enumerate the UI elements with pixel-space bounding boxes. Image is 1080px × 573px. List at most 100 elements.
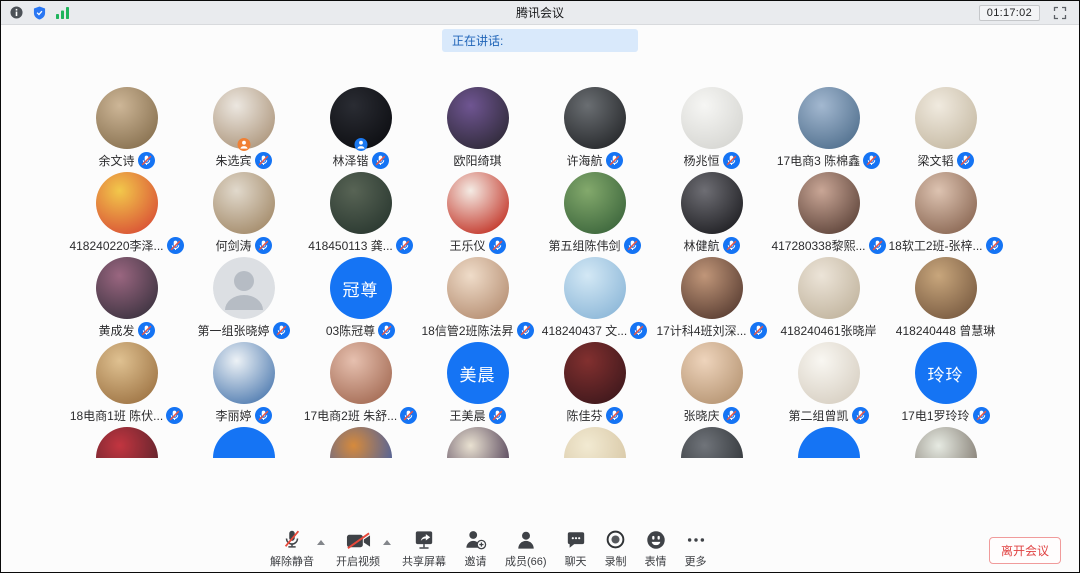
mic-muted-icon: [138, 322, 155, 339]
participant-tile[interactable]: 朱选宾: [185, 87, 302, 172]
participant-tile[interactable]: 王乐仪: [419, 172, 536, 257]
participant-name: 第二组曾凯: [788, 407, 848, 424]
participant-tile[interactable]: 418240461张晓岸: [770, 257, 887, 342]
participant-tile[interactable]: 417280338黎熙...: [770, 172, 887, 257]
chat-icon: [566, 528, 586, 550]
mic-muted-icon: [863, 152, 880, 169]
fullscreen-icon[interactable]: [1053, 6, 1067, 20]
participant-name: 418450113 龚...: [308, 237, 393, 254]
participant-tile[interactable]: 17电商3 陈棉鑫: [770, 87, 887, 172]
participant-tile[interactable]: 418240437 文...: [536, 257, 653, 342]
participant-name: 418240461张晓岸: [780, 322, 876, 339]
participant-tile[interactable]: 陈佳芬: [536, 342, 653, 427]
mic-muted-icon: [630, 322, 647, 339]
participant-name: 17电商2班 朱舒...: [304, 407, 397, 424]
participant-name: 林泽锴: [332, 152, 368, 169]
participant-name: 18信管2班陈法昇: [421, 322, 513, 339]
mic-muted-icon: [624, 237, 641, 254]
info-icon[interactable]: [10, 6, 23, 19]
security-shield-icon[interactable]: [33, 6, 46, 20]
avatar: [915, 257, 977, 319]
network-signal-icon[interactable]: [56, 7, 70, 19]
avatar: [330, 172, 392, 234]
participant-tile[interactable]: 17电商2班 朱舒...: [302, 342, 419, 427]
camera-muted-icon: [346, 528, 371, 550]
participant-tile[interactable]: 第二组曾凯: [770, 342, 887, 427]
record-button[interactable]: 录制: [596, 528, 636, 569]
participant-tile[interactable]: 许海航: [536, 87, 653, 172]
participant-name: 17计科4班刘深...: [656, 322, 746, 339]
avatar: [213, 427, 275, 458]
participant-tile[interactable]: 林泽锴: [302, 87, 419, 172]
participant-tile[interactable]: [770, 427, 887, 458]
participant-name: 王美晨: [449, 407, 485, 424]
toolbar-item-label: 解除静音: [270, 553, 314, 569]
bottom-toolbar: 解除静音开启视频共享屏幕邀请成员(66) 聊天录制表情更多: [261, 528, 716, 569]
members-button[interactable]: 成员(66): [496, 528, 556, 569]
mic-muted-icon: [166, 407, 183, 424]
participant-tile[interactable]: 美晨王美晨: [419, 342, 536, 427]
participant-tile[interactable]: 何剑涛: [185, 172, 302, 257]
share-screen-button[interactable]: 共享屏幕: [393, 528, 455, 569]
participant-tile[interactable]: [68, 427, 185, 458]
avatar: [798, 342, 860, 404]
participant-tile[interactable]: [419, 427, 536, 458]
mic-muted-icon: [378, 322, 395, 339]
participant-tile[interactable]: 18信管2班陈法昇: [419, 257, 536, 342]
participant-tile[interactable]: 冠尊03陈冠尊: [302, 257, 419, 342]
share-screen-icon: [413, 528, 435, 550]
participant-tile[interactable]: 418240220李泽...: [68, 172, 185, 257]
avatar: 玲玲: [915, 342, 977, 404]
participant-name: 黄成发: [98, 322, 134, 339]
participant-tile[interactable]: [302, 427, 419, 458]
record-icon: [605, 528, 626, 550]
participant-tile[interactable]: 张晓庆: [653, 342, 770, 427]
participant-tile[interactable]: 杨兆恒: [653, 87, 770, 172]
participant-tile[interactable]: [185, 427, 302, 458]
speaking-banner: 正在讲话:: [442, 29, 638, 52]
start-video-button[interactable]: 开启视频: [327, 528, 389, 569]
more-icon: [686, 528, 706, 550]
dropdown-arrow-icon[interactable]: [383, 540, 391, 545]
avatar: [564, 342, 626, 404]
leave-meeting-button[interactable]: 离开会议: [989, 537, 1061, 564]
participant-tile[interactable]: [887, 427, 1004, 458]
participant-tile[interactable]: 第五组陈伟剑: [536, 172, 653, 257]
mic-muted-icon: [606, 407, 623, 424]
avatar: 冠尊: [330, 257, 392, 319]
participant-tile[interactable]: 418450113 龚...: [302, 172, 419, 257]
cohost-badge-icon: [354, 138, 367, 151]
toolbar-item-label: 聊天: [565, 553, 587, 569]
avatar: [96, 257, 158, 319]
participant-tile[interactable]: 李丽婷: [185, 342, 302, 427]
participant-tile[interactable]: 第一组张晓婷: [185, 257, 302, 342]
participant-tile[interactable]: 余文诗: [68, 87, 185, 172]
emoji-button[interactable]: 表情: [636, 528, 676, 569]
chat-button[interactable]: 聊天: [556, 528, 596, 569]
avatar: [96, 342, 158, 404]
invite-button[interactable]: 邀请: [455, 528, 496, 569]
dropdown-arrow-icon[interactable]: [317, 540, 325, 545]
participant-tile[interactable]: 黄成发: [68, 257, 185, 342]
avatar: [681, 87, 743, 149]
more-button[interactable]: 更多: [676, 528, 716, 569]
mic-muted-icon: [986, 237, 1003, 254]
participant-tile[interactable]: 玲玲17电1罗玲玲: [887, 342, 1004, 427]
avatar: [798, 427, 860, 458]
participant-tile[interactable]: 18电商1班 陈伏...: [68, 342, 185, 427]
participant-tile[interactable]: 欧阳绮琪: [419, 87, 536, 172]
participant-name: 第一组张晓婷: [197, 322, 269, 339]
participant-tile[interactable]: [536, 427, 653, 458]
unmute-button[interactable]: 解除静音: [261, 528, 323, 569]
participant-tile[interactable]: 17计科4班刘深...: [653, 257, 770, 342]
participant-tile[interactable]: 418240448 曾慧琳: [887, 257, 1004, 342]
meeting-timer: 01:17:02: [979, 5, 1040, 21]
participant-name: 何剑涛: [215, 237, 251, 254]
participant-tile[interactable]: 18软工2班-张梓...: [887, 172, 1004, 257]
participant-tile[interactable]: 梁文韬: [887, 87, 1004, 172]
participant-tile[interactable]: [653, 427, 770, 458]
avatar: [564, 257, 626, 319]
mic-muted-icon: [255, 152, 272, 169]
participant-name: 陈佳芬: [566, 407, 602, 424]
participant-tile[interactable]: 林健航: [653, 172, 770, 257]
